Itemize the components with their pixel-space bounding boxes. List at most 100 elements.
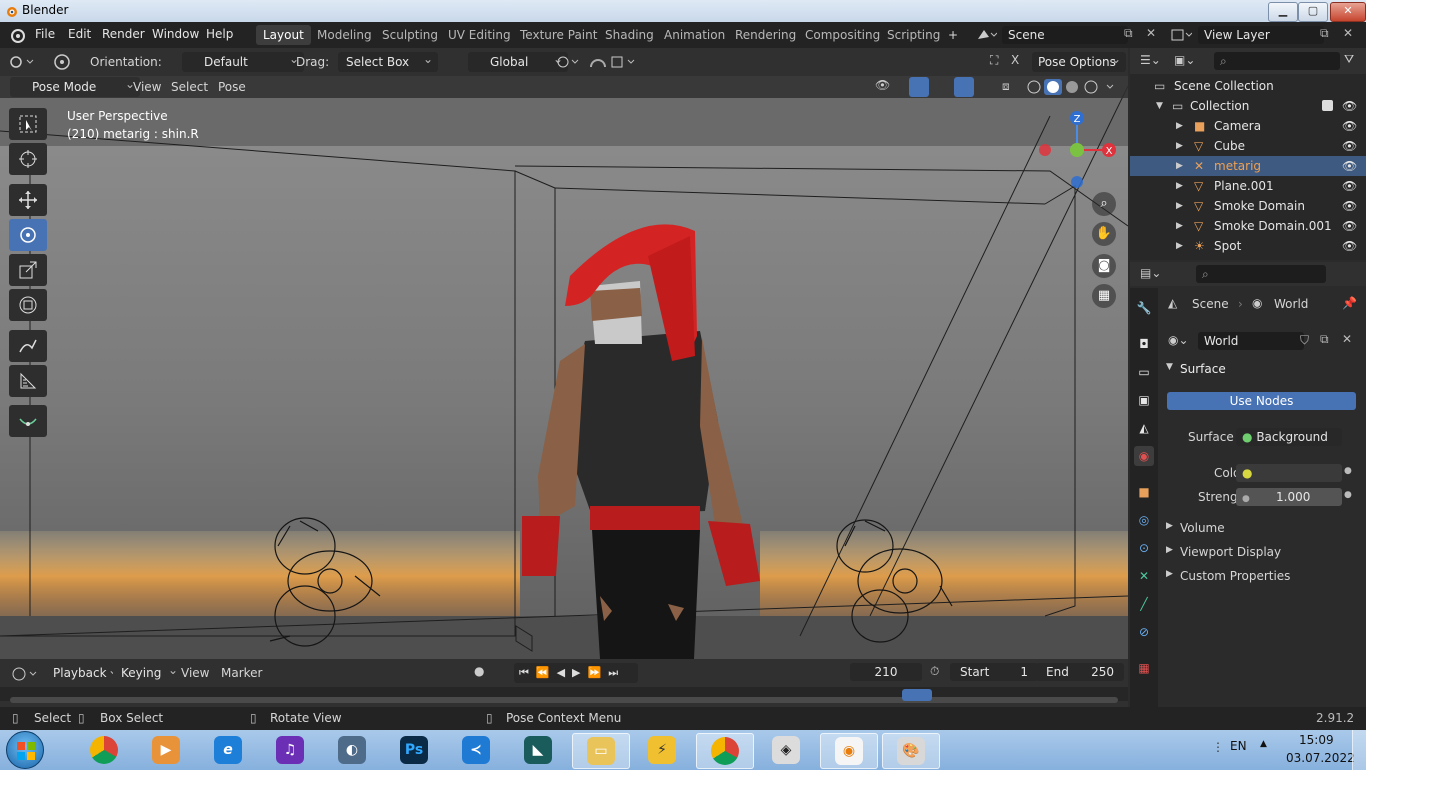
taskbar-chrome[interactable] — [76, 733, 132, 767]
panel-expand-icon[interactable]: ▶ — [1166, 569, 1173, 579]
keyframe-dot-icon[interactable]: ● — [1344, 466, 1352, 476]
close-button[interactable]: ✕ — [1330, 2, 1366, 22]
collection-checkbox[interactable] — [1322, 100, 1333, 111]
taskbar-chrome-2[interactable] — [696, 733, 754, 769]
expand-arrow-icon[interactable]: ▶ — [1176, 176, 1183, 196]
annotate-tool[interactable] — [9, 330, 47, 362]
visibility-eye-icon[interactable]: 👁 — [1342, 96, 1357, 116]
constraints-tab-icon[interactable]: ⊙ — [1134, 538, 1154, 558]
outliner-row-metarig[interactable]: ▶ ✕ metarig 👁 — [1130, 156, 1366, 176]
taskbar-media-player[interactable]: ▶ — [138, 733, 194, 767]
taskbar-audacity[interactable]: ♫ — [262, 733, 318, 767]
volume-panel-header[interactable]: ▶ Volume — [1160, 518, 1366, 540]
outliner-editor-icon[interactable]: ☰⌄ — [1140, 53, 1161, 67]
outliner-row-smoke-domain[interactable]: ▶ ▽ Smoke Domain 👁 — [1130, 196, 1366, 216]
gizmo-toggle-icon[interactable] — [909, 77, 929, 97]
custom-properties-panel-header[interactable]: ▶ Custom Properties — [1160, 566, 1366, 588]
expand-arrow-icon[interactable]: ▶ — [1176, 156, 1183, 176]
tab-sculpting[interactable]: Sculpting — [375, 25, 445, 45]
taskbar-app-2[interactable]: ⚡ — [634, 733, 690, 767]
taskbar-app[interactable]: ◐ — [324, 733, 380, 767]
record-icon[interactable]: ● — [474, 664, 484, 678]
timeline-editor-icon[interactable] — [10, 665, 40, 683]
taskbar-internet-explorer[interactable]: e — [200, 733, 256, 767]
visibility-icon[interactable]: 👁 — [875, 78, 890, 92]
end-frame-field[interactable]: End 250 — [1036, 663, 1124, 681]
cursor-tool[interactable] — [9, 143, 47, 175]
filter-icon[interactable]: ⛛ — [1344, 52, 1354, 67]
xray-toggle-icon[interactable]: ⧈ — [1002, 79, 1010, 94]
color-field[interactable]: ● — [1236, 464, 1342, 482]
armature-data-tab-icon[interactable]: ✕ — [1134, 566, 1154, 586]
mode-dropdown[interactable]: Pose Mode — [10, 76, 140, 97]
rotate-tool[interactable] — [9, 219, 47, 251]
keying-dropdown[interactable]: Keying — [113, 660, 183, 683]
fake-user-icon[interactable]: ⛉ — [1300, 333, 1309, 348]
outliner-row-cube[interactable]: ▶ ▽ Cube 👁 — [1130, 136, 1366, 156]
surface-panel-header[interactable]: ▼ Surface — [1160, 358, 1366, 382]
new-scene-icon[interactable]: ⧉ — [1124, 26, 1133, 41]
keyframe-dot-icon[interactable]: ● — [1344, 490, 1352, 500]
delete-view-layer-icon[interactable]: ✕ — [1343, 26, 1353, 40]
taskbar-explorer[interactable]: ▭ — [572, 733, 630, 769]
tab-shading[interactable]: Shading — [598, 25, 661, 45]
bone-envelope-tool[interactable] — [9, 405, 47, 437]
clock-date[interactable]: 03.07.2022 — [1286, 751, 1355, 765]
taskbar-paint[interactable]: 🎨 — [882, 733, 940, 769]
use-nodes-button[interactable]: Use Nodes — [1167, 392, 1356, 410]
camera-view-icon[interactable]: ◙ — [1092, 254, 1116, 278]
visibility-eye-icon[interactable]: 👁 — [1342, 216, 1357, 236]
scene-tab-icon[interactable]: ◭ — [1134, 418, 1154, 438]
world-name-field[interactable]: World — [1198, 332, 1304, 350]
tab-compositing[interactable]: Compositing — [798, 25, 887, 45]
snap-icon[interactable] — [588, 53, 640, 71]
bone-tab-icon[interactable]: ╱ — [1134, 594, 1154, 614]
tray-expand-icon[interactable]: ▲ — [1260, 739, 1267, 749]
start-button[interactable] — [6, 731, 44, 769]
view-layer-tab-icon[interactable]: ▣ — [1134, 390, 1154, 410]
taskbar-unity[interactable]: ◈ — [758, 733, 814, 767]
visibility-eye-icon[interactable]: 👁 — [1342, 156, 1357, 176]
delete-scene-icon[interactable]: ✕ — [1146, 26, 1156, 40]
taskbar-vscode[interactable]: ≺ — [448, 733, 504, 767]
select-box-tool[interactable] — [9, 108, 47, 140]
ortho-grid-icon[interactable]: ▦ — [1092, 284, 1116, 308]
render-tab-icon[interactable]: ◘ — [1134, 334, 1154, 354]
add-workspace-icon[interactable]: + — [941, 25, 965, 45]
maximize-button[interactable]: ▢ — [1298, 2, 1328, 22]
output-tab-icon[interactable]: ▭ — [1134, 362, 1154, 382]
expand-arrow-icon[interactable]: ▶ — [1176, 236, 1183, 256]
active-tool-icon[interactable] — [50, 51, 74, 73]
unlink-world-icon[interactable]: ✕ — [1342, 332, 1352, 346]
menu-window[interactable]: Window — [152, 27, 199, 41]
visibility-eye-icon[interactable]: 👁 — [1342, 176, 1357, 196]
tab-uv-editing[interactable]: UV Editing — [441, 25, 518, 45]
visibility-eye-icon[interactable]: 👁 — [1342, 196, 1357, 216]
playback-dropdown[interactable]: Playback — [45, 660, 123, 683]
show-desktop-button[interactable] — [1352, 730, 1366, 770]
tab-scripting[interactable]: Scripting — [880, 25, 947, 45]
physics-tab-icon[interactable]: ◎ — [1134, 510, 1154, 530]
panel-collapse-icon[interactable]: ▼ — [1166, 362, 1173, 372]
view-layer-field[interactable]: View Layer — [1198, 26, 1324, 44]
tab-layout[interactable]: Layout — [256, 25, 311, 45]
overlays-toggle-icon[interactable] — [954, 77, 974, 97]
playhead[interactable] — [902, 689, 932, 701]
menu-edit[interactable]: Edit — [68, 27, 91, 41]
expand-arrow-icon[interactable]: ▼ — [1156, 96, 1163, 116]
3d-viewport[interactable]: Pose Mode View Select Pose 👁 ⧈ User Pers… — [0, 76, 1128, 659]
panel-expand-icon[interactable]: ▶ — [1166, 521, 1173, 531]
start-frame-field[interactable]: Start 1 — [950, 663, 1038, 681]
world-tab-icon[interactable]: ◉ — [1134, 446, 1154, 466]
outliner-row-plane[interactable]: ▶ ▽ Plane.001 👁 — [1130, 176, 1366, 196]
language-indicator[interactable]: EN — [1230, 739, 1247, 753]
pan-hand-icon[interactable]: ✋ — [1092, 222, 1116, 246]
outliner-row-collection[interactable]: ▼ ▭ Collection 👁 — [1130, 96, 1366, 116]
visibility-eye-icon[interactable]: 👁 — [1342, 136, 1357, 156]
outliner-row-camera[interactable]: ▶ ■ Camera 👁 — [1130, 116, 1366, 136]
orientation-dropdown[interactable]: Default — [182, 49, 304, 72]
menu-view[interactable]: View — [133, 80, 161, 94]
display-mode-icon[interactable]: ▣⌄ — [1174, 53, 1195, 67]
tab-animation[interactable]: Animation — [657, 25, 732, 45]
outliner-search-input[interactable]: ⌕ — [1214, 52, 1340, 70]
